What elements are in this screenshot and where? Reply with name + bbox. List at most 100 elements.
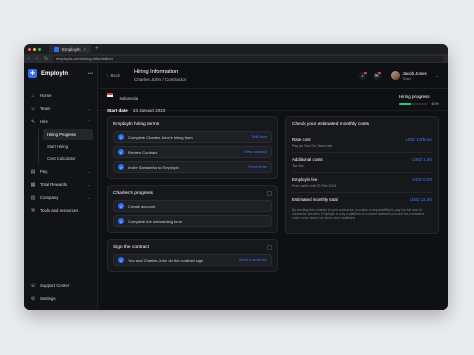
cost-value: USD 11.00 xyxy=(409,197,432,202)
back-arrow-icon[interactable]: ‹ xyxy=(28,56,32,62)
task-item: ✓ Create account xyxy=(113,200,272,212)
meta-left: Indonesia Start date 23 Januari 2023 xyxy=(107,87,165,113)
browser-tabbar: Employln × + xyxy=(24,44,448,54)
browser-tab[interactable]: Employln × xyxy=(49,45,92,53)
sidebar-item-pay[interactable]: ▤ Pay ⌄ xyxy=(28,166,93,177)
tasks-column: Employln hiring terms ✓ Complete Charles… xyxy=(107,116,278,272)
sidebar-item-hire[interactable]: ✎ Hire ⌃ xyxy=(28,116,93,127)
cost-name: Employln fee xyxy=(292,177,318,182)
settings-icon: ⚙ xyxy=(30,295,36,302)
cost-row-additional: Additional costs Tax fee USD 1.00 xyxy=(292,152,432,172)
tab-title: Employln xyxy=(62,46,81,52)
task-text: You and Charles John do the contract sig… xyxy=(128,257,204,263)
url-input[interactable]: employln.com/hiring-information xyxy=(52,55,444,62)
cost-row-total: Estimated monthly total USD 11.00 xyxy=(292,192,432,206)
edit-form-link[interactable]: Edit form xyxy=(252,135,267,139)
submenu-item-hiring-progress[interactable]: Hiring Progress xyxy=(43,129,93,140)
sidebar-item-team[interactable]: ☺ Team ⌄ xyxy=(28,103,93,114)
page-header: ‹ Back Hiring Information Charles John /… xyxy=(98,63,448,89)
progress-bar xyxy=(399,102,429,105)
page-title-block: Hiring Information Charles John / Contra… xyxy=(134,69,186,82)
hire-icon: ✎ xyxy=(30,118,36,125)
collapse-toggle[interactable] xyxy=(267,245,272,250)
sidebar-item-label: Home xyxy=(40,93,52,98)
bell-icon: ♪ xyxy=(361,73,364,78)
new-tab-button[interactable]: + xyxy=(95,46,99,52)
sidebar-item-label: Support Center xyxy=(40,283,70,288)
chevron-left-icon: ‹ xyxy=(107,73,109,78)
task-item: ✓ Complete the onboarding form xyxy=(113,215,272,227)
check-icon: ✓ xyxy=(118,134,124,140)
back-label: Back xyxy=(110,73,120,78)
indonesia-flag-icon xyxy=(107,93,113,98)
chevron-down-icon: ⌄ xyxy=(87,169,91,174)
check-icon: ✓ xyxy=(118,257,124,263)
sidebar-item-label: Team xyxy=(40,106,51,111)
cost-row-rate: Rate cost Pay as You Go: fixed rate USD … xyxy=(292,133,432,152)
cost-value: USD 1.00 xyxy=(412,157,432,162)
card-title: Sign the contract xyxy=(113,245,149,250)
hiring-progress-label: Hiring progress xyxy=(399,93,430,99)
app-root: ✚ Employln ••• ⌂ Home ☺ Team ⌄ ✎ Hire ⌃ xyxy=(24,63,448,310)
support-icon: ☏ xyxy=(30,282,37,289)
tools-icon: ⚒ xyxy=(30,207,36,214)
chevron-up-icon: ⌃ xyxy=(87,119,91,124)
browser-window: Employln × + ‹ › ↻ employln.com/hiring-i… xyxy=(24,44,448,310)
brand-name: Employln xyxy=(41,70,69,77)
send-reminder-link[interactable]: Send a reminder xyxy=(239,258,267,262)
sign-contract-card: Sign the contract ✓ You and Charles John… xyxy=(107,239,278,272)
sidebar-item-home[interactable]: ⌂ Home xyxy=(28,90,93,101)
maximize-window-dot[interactable] xyxy=(38,47,41,51)
notification-badge xyxy=(364,71,367,74)
header-actions: ♪ ✉ Jacob Jones Team ⌄ xyxy=(358,70,439,81)
main-content: ‹ Back Hiring Information Charles John /… xyxy=(98,63,448,310)
user-menu[interactable]: Jacob Jones Team ⌄ xyxy=(390,70,439,81)
task-text: Complete the onboarding form xyxy=(128,218,183,224)
sidebar-item-tools[interactable]: ⚒ Tools and resources xyxy=(28,205,93,216)
messages-button[interactable]: ✉ xyxy=(372,71,381,80)
task-text: Complete Charles John’s hiring form xyxy=(128,134,193,140)
task-item: ✓ You and Charles John do the contract s… xyxy=(113,254,272,266)
chevron-down-icon: ⌄ xyxy=(87,195,91,200)
collapse-toggle[interactable] xyxy=(267,191,272,196)
tab-close-icon[interactable]: × xyxy=(84,47,87,52)
brand-logo-icon: ✚ xyxy=(28,69,37,78)
check-icon: ✓ xyxy=(118,149,124,155)
reload-icon[interactable]: ↻ xyxy=(44,56,48,62)
card-title: Charles’s progress xyxy=(113,191,153,196)
message-badge xyxy=(378,71,381,74)
sidebar-bottom: ☏ Support Center ⚙ Settings xyxy=(28,280,71,304)
sidebar-item-company[interactable]: ▥ Company ⌄ xyxy=(28,192,93,203)
close-window-dot[interactable] xyxy=(28,47,31,51)
sidebar-item-label: Pay xyxy=(40,169,48,174)
progress-fill xyxy=(399,102,411,105)
chevron-down-icon: ⌄ xyxy=(435,73,439,78)
company-icon: ▥ xyxy=(30,194,36,201)
card-title: Check your estimated monthly costs xyxy=(292,122,370,127)
hiring-meta: Indonesia Start date 23 Januari 2023 Hir… xyxy=(98,87,448,113)
forward-arrow-icon[interactable]: › xyxy=(36,56,40,62)
back-button[interactable]: ‹ Back xyxy=(107,73,120,78)
chevron-down-icon: ⌄ xyxy=(87,182,91,187)
send-invite-link[interactable]: Send invite xyxy=(248,165,267,169)
submenu-item-cost-calculator[interactable]: Cost Calculator xyxy=(43,153,93,164)
team-icon: ☺ xyxy=(30,105,36,112)
cost-name: Rate cost xyxy=(292,137,311,142)
country-label: Indonesia xyxy=(119,95,139,101)
home-icon: ⌂ xyxy=(31,92,35,99)
view-contract-link[interactable]: View contract xyxy=(244,150,267,154)
minimize-window-dot[interactable] xyxy=(33,47,36,51)
check-icon: ✓ xyxy=(118,203,124,209)
brand[interactable]: ✚ Employln ••• xyxy=(28,69,93,78)
sidebar-item-label: Company xyxy=(40,195,59,200)
sidebar-item-support-center[interactable]: ☏ Support Center xyxy=(28,280,71,291)
sidebar-item-total-rewards[interactable]: ▦ Total Rewards ⌄ xyxy=(28,179,93,190)
more-icon[interactable]: ••• xyxy=(88,71,93,77)
sidebar-item-settings[interactable]: ⚙ Settings xyxy=(28,293,71,304)
user-name: Jacob Jones xyxy=(402,70,427,76)
notification-button[interactable]: ♪ xyxy=(358,71,367,80)
hiring-terms-card: Employln hiring terms ✓ Complete Charles… xyxy=(107,116,278,179)
cost-name: Estimated monthly total xyxy=(292,197,338,202)
sidebar-item-label: Total Rewards xyxy=(40,182,68,187)
submenu-item-start-hiring[interactable]: Start Hiring xyxy=(43,141,93,152)
